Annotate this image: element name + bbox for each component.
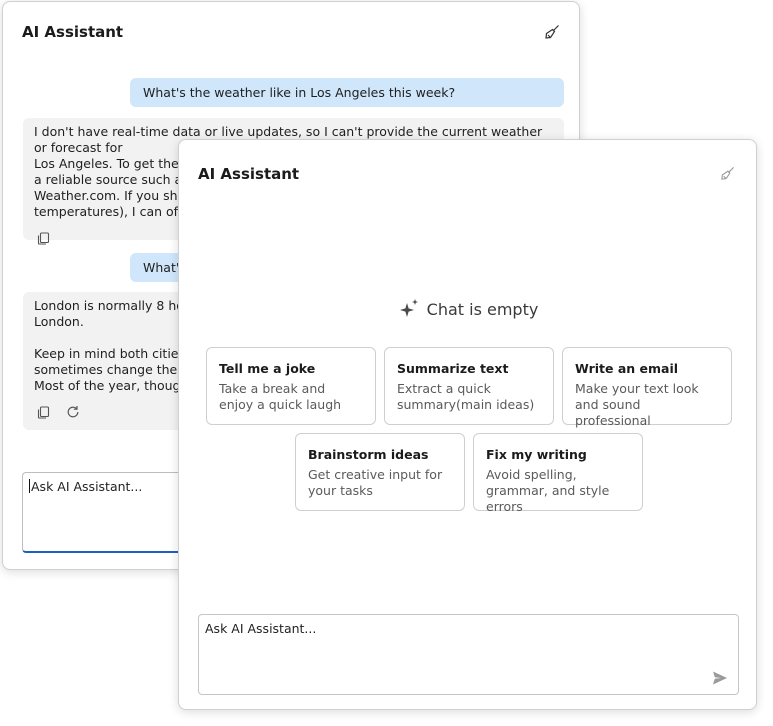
- suggestion-description: Avoid spelling, grammar, and style error…: [486, 467, 610, 514]
- suggestion-description: Make your text look and sound profession…: [575, 381, 699, 428]
- broom-icon: [720, 166, 734, 180]
- empty-state: Chat is empty: [179, 297, 756, 321]
- suggestion-title: Write an email: [575, 361, 679, 376]
- regenerate-button[interactable]: [64, 403, 82, 421]
- text-caret: [29, 479, 30, 493]
- suggestion-card-joke[interactable]: Tell me a joke Take a break and enjoy a …: [206, 347, 376, 425]
- copy-button[interactable]: [34, 229, 52, 247]
- copy-icon: [37, 231, 49, 245]
- broom-icon: [545, 25, 559, 39]
- suggestion-card-summarize[interactable]: Summarize text Extract a quick summary(m…: [384, 347, 554, 425]
- user-message: What's the weather like in Los Angeles t…: [130, 78, 564, 107]
- suggestion-card-fix-writing[interactable]: Fix my writing Avoid spelling, grammar, …: [473, 433, 643, 514]
- panel-title: AI Assistant: [22, 23, 124, 41]
- empty-state-text: Chat is empty: [426, 299, 539, 319]
- suggestion-title: Tell me a joke: [219, 361, 316, 376]
- clear-chat-button[interactable]: [716, 162, 738, 184]
- suggestion-card-email[interactable]: Write an email Make your text look and s…: [562, 347, 732, 428]
- suggestion-description: Extract a quick summary(main ideas): [397, 381, 535, 412]
- chat-panel-front: AI Assistant Chat is empty Tell me a jok…: [178, 139, 757, 710]
- suggestion-title: Summarize text: [397, 361, 509, 376]
- chat-input[interactable]: Ask AI Assistant...: [198, 614, 739, 695]
- panel-title: AI Assistant: [198, 165, 300, 183]
- suggestion-title: Brainstorm ideas: [308, 447, 429, 462]
- suggestion-card-brainstorm[interactable]: Brainstorm ideas Get creative input for …: [295, 433, 465, 511]
- input-placeholder: Ask AI Assistant...: [205, 621, 317, 636]
- input-value: Ask AI Assistant...: [31, 479, 143, 494]
- send-button[interactable]: [710, 668, 730, 688]
- suggestion-description: Get creative input for your tasks: [308, 467, 443, 498]
- suggestion-title: Fix my writing: [486, 447, 587, 462]
- refresh-icon: [67, 406, 79, 418]
- send-icon: [713, 671, 727, 685]
- copy-button[interactable]: [34, 403, 52, 421]
- clear-chat-button[interactable]: [541, 21, 563, 43]
- sparkle-icon: [399, 299, 418, 317]
- copy-icon: [37, 405, 49, 419]
- suggestion-description: Take a break and enjoy a quick laugh: [219, 381, 342, 412]
- message-text: What's the weather like in Los Angeles t…: [143, 85, 456, 100]
